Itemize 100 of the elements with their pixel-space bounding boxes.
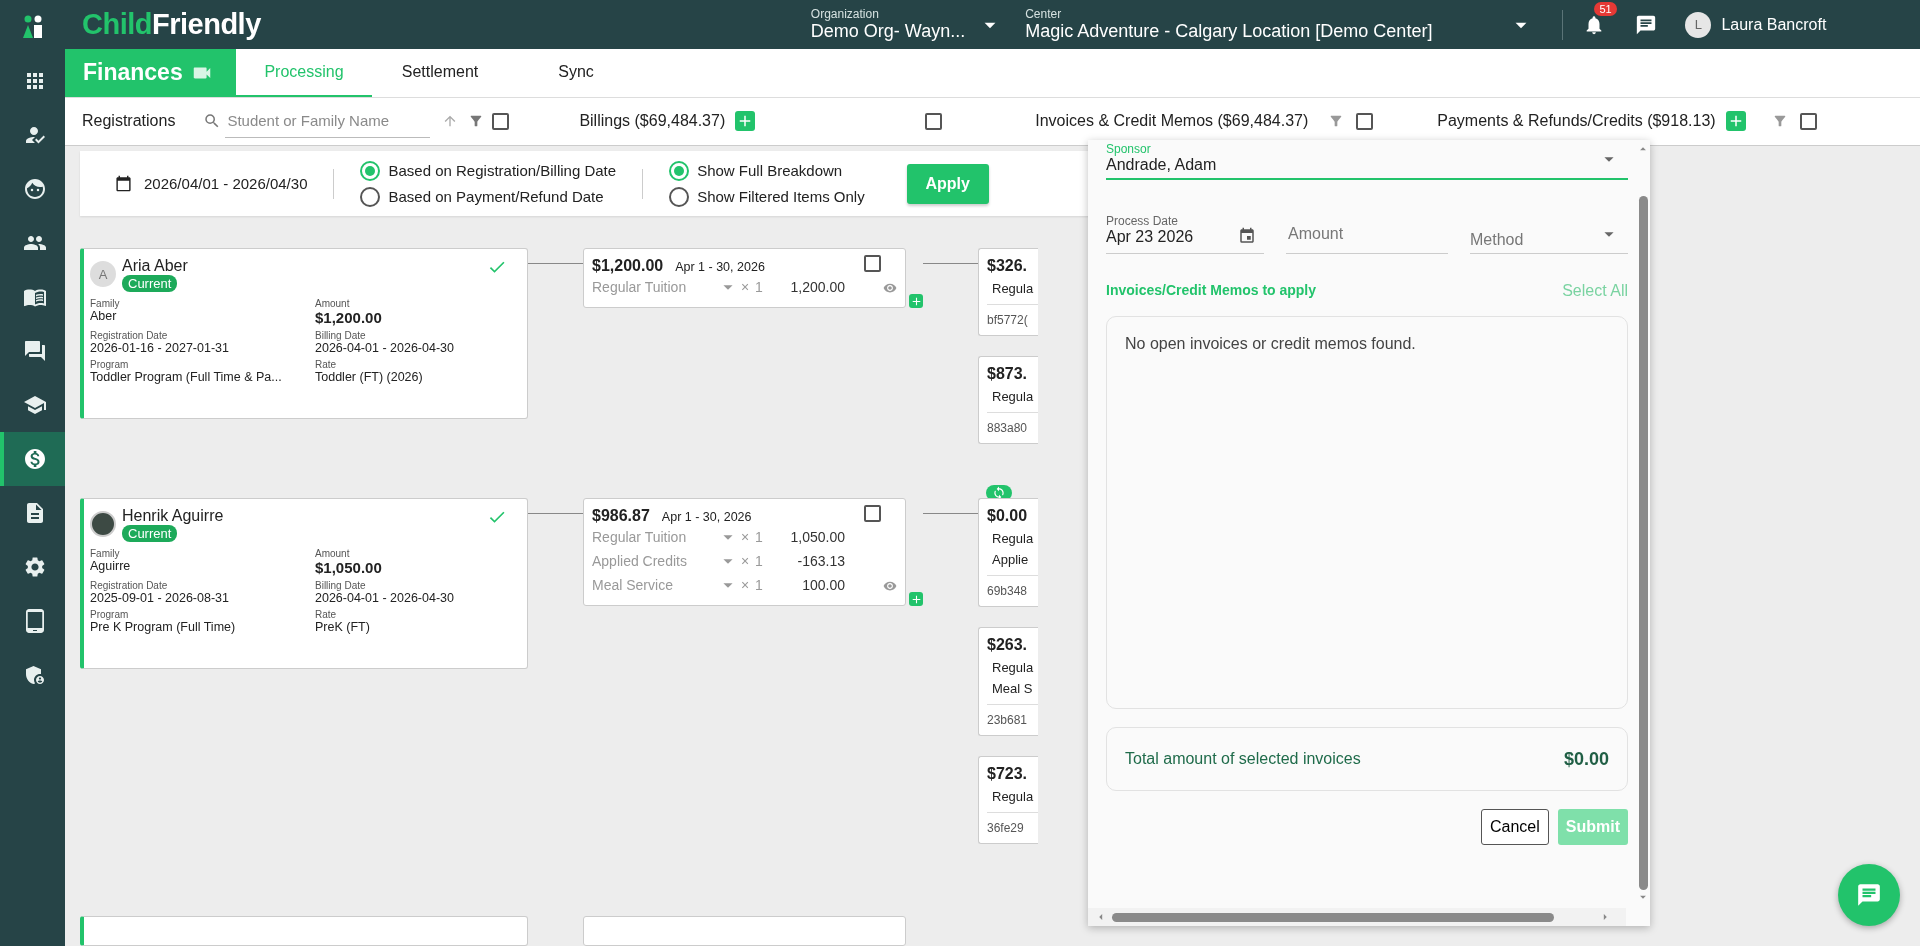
field-label: Amount [315,298,351,309]
eye-icon[interactable] [883,579,897,593]
date-range[interactable]: 2026/04/01 - 2026/04/30 [144,175,308,192]
billing-checkbox[interactable] [864,255,881,272]
module-header: Finances [65,49,236,97]
field-label: Registration Date [90,330,169,341]
invoice-card[interactable]: $326. Regula bf5772( [978,248,1038,336]
student-name: Henrik Aguirre [122,507,224,525]
calendar-icon[interactable] [1238,227,1256,245]
invoice-line: Regula [992,389,1035,404]
amount-field[interactable]: Amount [1286,214,1448,254]
billing-period: Apr 1 - 30, 2026 [675,260,765,274]
select-all-checkbox[interactable] [1799,112,1817,130]
field-label: Family [90,548,121,559]
line-item-name: Meal Service [592,577,674,593]
field-value: Toddler Program (Full Time & Pa... [90,370,283,384]
radio-option[interactable]: Show Full Breakdown [669,160,865,181]
radio-option[interactable]: Based on Registration/Billing Date [360,160,617,181]
invoice-line: Regula [992,660,1035,675]
total-value: $0.00 [1563,748,1609,770]
invoice-id: bf5772( [987,304,1038,327]
invoice-card[interactable]: $0.00 Regula Applie 69b348 [978,498,1038,607]
registration-card[interactable]: Henrik Aguirre Current Family Aguirre Amount $1,050.00 Registration Date 2025-09-01 - 2026-08-31 Billing Date 2026-04-01 - 2026-04-30 Program Pre K Program (Full Time) Rate PreK (FT) [80,498,528,669]
organization-picker[interactable]: Organization Demo Org- Wayn... [810,7,1004,43]
cancel-button[interactable]: Cancel [1480,809,1549,845]
invoice-line: Applie [992,552,1030,567]
invoice-card[interactable]: $873. Regula 883a80 [978,356,1038,444]
photo-placeholder [90,511,116,537]
field-value: Aber [90,309,118,323]
field-label: Amount [315,548,351,559]
invoice-id: 36fe29 [987,812,1038,835]
multiply-sign: × [741,553,751,569]
field-value: Pre K Program (Full Time) [90,620,237,634]
field-label: Billing Date [315,580,367,591]
invoice-id: 23b681 [987,704,1038,727]
multiply-sign: × [741,577,751,593]
section-title: Invoices/Credit Memos to apply [1106,282,1317,300]
select-all-checkbox[interactable] [492,112,510,130]
invoice-amount: $263. [987,636,1029,654]
multiply-sign: × [741,279,751,295]
multiply-sign: × [741,529,751,545]
line-amount: 1,200.00 [789,279,845,295]
empty-message: No open invoices or credit memos found. [1125,335,1416,352]
dollar-icon[interactable] [0,432,65,486]
billing-card[interactable]: $986.87 Apr 1 - 30, 2026 Regular Tuition × 1 1,050.00 Applied Credits × 1 -163.13 Meal Service × 1 100.00 [583,498,906,606]
field-value: $1,050.00 [315,559,383,576]
column-title: Registrations [82,112,176,131]
calendar-icon[interactable] [115,175,132,192]
sponsor-select[interactable]: Sponsor Andrade, Adam [1106,142,1628,180]
search-field[interactable]: Student or Family Name [225,104,431,139]
status-badge: Current [122,525,178,542]
invoice-line: Meal S [992,681,1034,696]
line-quantity: 1 [755,553,764,569]
radio-option[interactable]: Based on Payment/Refund Date [360,186,617,207]
invoice-line: Regula [992,789,1035,804]
select-all-checkbox[interactable] [1356,112,1374,130]
billing-total: $986.87 [592,507,650,525]
invoice-id: 69b348 [987,575,1038,598]
field-value: $1,200.00 [315,309,383,326]
user-avatar[interactable]: L [1685,11,1712,38]
line-item-name: Applied Credits [592,553,688,569]
field-label: Rate [315,609,338,620]
center-picker[interactable]: Center Magic Adventure - Calgary Location [Demo Center] [1025,7,1535,43]
chat-icon[interactable] [1635,13,1658,36]
invoice-id: 883a80 [987,412,1038,435]
invoice-line: Regula [992,531,1035,546]
invoice-amount: $0.00 [987,507,1029,525]
field-label: Billing Date [315,330,367,341]
column-title: Invoices & Credit Memos ($69,484.37) [1035,112,1309,131]
invoice-card[interactable]: $723. Regula 36fe29 [978,756,1038,844]
invoice-card[interactable]: $263. Regula Meal S 23b681 [978,627,1038,736]
user-name[interactable]: Laura Bancroft [1721,15,1827,34]
line-item-name: Regular Tuition [592,529,688,545]
invoice-line: Regula [992,281,1035,296]
billing-card[interactable]: $1,200.00 Apr 1 - 30, 2026 Regular Tuition × 1 1,200.00 [583,248,906,308]
field-value: 2026-04-01 - 2026-04-30 [315,591,455,605]
field-value: Aguirre [90,559,132,573]
billing-checkbox[interactable] [864,505,881,522]
avatar: A [90,261,116,287]
invoice-amount: $326. [987,257,1029,275]
line-quantity: 1 [755,577,764,593]
process-date-field[interactable]: Process Date Apr 23 2026 [1106,214,1264,254]
column-title: Payments & Refunds/Credits ($918.13) [1437,112,1716,131]
method-select[interactable]: Method [1470,214,1628,254]
radio-option[interactable]: Show Filtered Items Only [669,186,865,207]
chat-bubble-icon [1856,882,1882,908]
select-all-checkbox[interactable] [925,112,943,130]
status-badge: Current [122,275,178,292]
line-quantity: 1 [755,279,764,295]
field-label: Program [90,609,130,620]
column-title: Billings ($69,484.37) [579,112,726,131]
line-amount: 100.00 [801,577,845,593]
field-label: Registration Date [90,580,169,591]
field-value: 2026-04-01 - 2026-04-30 [315,341,455,355]
student-name: Aria Aber [122,257,188,275]
field-value: Toddler (FT) (2026) [315,370,424,384]
eye-icon[interactable] [883,281,897,295]
horizontal-scrollbar[interactable] [1088,908,1626,926]
line-item-name: Regular Tuition [592,279,688,295]
billing-period: Apr 1 - 30, 2026 [661,510,752,524]
